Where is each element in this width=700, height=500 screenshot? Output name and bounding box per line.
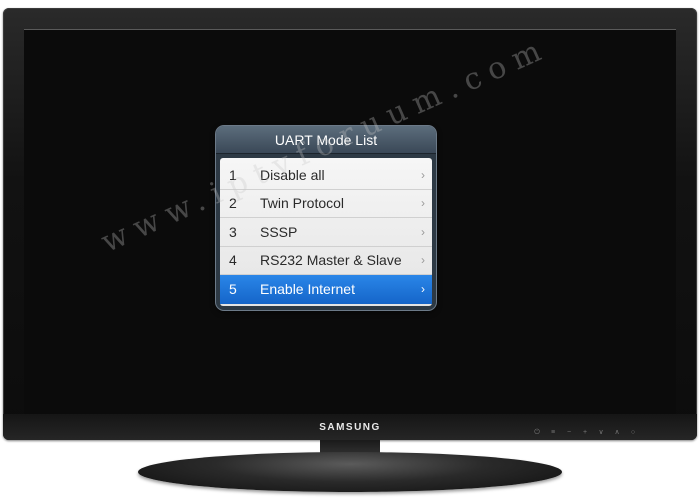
power-icon[interactable]: ⏻ <box>532 429 542 436</box>
menu-item-sssp[interactable]: 3 SSSP › <box>220 218 432 247</box>
menu-item-label: Enable Internet <box>260 281 355 298</box>
tv-stand-base <box>138 452 562 492</box>
menu-item-number: 4 <box>229 252 237 269</box>
chevron-right-icon: › <box>421 167 425 182</box>
channel-up-icon[interactable]: ∧ <box>612 429 622 436</box>
volume-minus-icon[interactable]: − <box>564 429 574 436</box>
menu-item-number: 5 <box>229 281 237 298</box>
menu-item-label: Twin Protocol <box>260 195 345 212</box>
chevron-right-icon: › <box>421 282 425 297</box>
source-icon[interactable]: ○ <box>628 429 638 436</box>
chevron-right-icon: › <box>421 196 425 211</box>
volume-plus-icon[interactable]: + <box>580 429 590 436</box>
tv-control-panel: ⏻ ≡ − + ∨ ∧ ○ <box>532 428 642 438</box>
menu-item-enable-internet[interactable]: 5 Enable Internet › <box>220 275 432 304</box>
chevron-right-icon: › <box>421 253 425 268</box>
menu-item-rs232-master-slave[interactable]: 4 RS232 Master & Slave › <box>220 247 432 275</box>
channel-down-icon[interactable]: ∨ <box>596 429 606 436</box>
menu-item-label: RS232 Master & Slave <box>260 252 402 269</box>
menu-item-label: SSSP <box>260 223 298 240</box>
menu-item-number: 3 <box>229 223 237 240</box>
menu-icon[interactable]: ≡ <box>548 429 558 436</box>
chevron-right-icon: › <box>421 224 425 239</box>
